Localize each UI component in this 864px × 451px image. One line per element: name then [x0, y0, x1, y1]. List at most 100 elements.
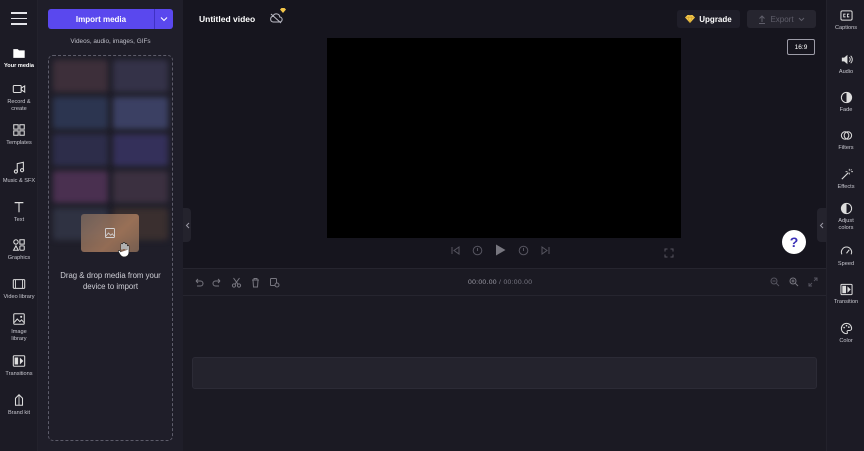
export-label: Export: [770, 14, 794, 24]
media-types-hint: Videos, audio, images, GIFs: [70, 38, 151, 45]
import-media-button[interactable]: Import media: [48, 9, 154, 29]
upgrade-label: Upgrade: [699, 14, 732, 24]
film-icon: [12, 279, 26, 289]
fullscreen-button[interactable]: [664, 245, 674, 263]
rewind-5s-button[interactable]: [472, 245, 483, 256]
rr-item-label: Effects: [837, 184, 855, 190]
blurred-thumbnails: [53, 60, 168, 240]
rail-item-label: Image library: [11, 329, 27, 342]
scissors-icon[interactable]: [231, 277, 242, 288]
timeline-panel: 00:00.00 / 00:00.00: [183, 268, 826, 451]
speaker-icon: [841, 54, 853, 65]
media-panel: Import media Videos, audio, images, GIFs…: [38, 0, 183, 451]
play-button[interactable]: [495, 244, 506, 256]
playback-controls: [451, 244, 550, 256]
upgrade-button[interactable]: Upgrade: [677, 10, 740, 28]
forward-5s-button[interactable]: [518, 245, 529, 256]
rail-item-text[interactable]: Text: [0, 200, 38, 224]
skip-forward-icon: [541, 245, 550, 255]
rr-item-adjust-colors[interactable]: Adjust colors: [827, 202, 864, 231]
magic-wand-icon: [840, 168, 853, 180]
redo-icon[interactable]: [212, 277, 223, 288]
rail-item-video-library[interactable]: Video library: [0, 277, 38, 301]
import-media-button-group: Import media: [48, 9, 173, 29]
zoom-in-icon[interactable]: [789, 277, 799, 287]
timeline-divider: [183, 295, 826, 296]
timeline-zoom-controls: [770, 277, 818, 287]
rr-item-transition[interactable]: Transition: [827, 283, 864, 306]
import-options-dropdown[interactable]: [154, 9, 173, 29]
video-camera-icon: [12, 84, 26, 94]
rr-item-color[interactable]: Color: [827, 322, 864, 345]
rr-item-captions[interactable]: Captions: [827, 9, 864, 32]
dropzone-instructions: Drag & drop media from your device to im…: [60, 271, 161, 291]
skip-to-start-button[interactable]: [451, 245, 460, 255]
rail-item-graphics[interactable]: Graphics: [0, 238, 38, 262]
cloud-sync-status[interactable]: [269, 8, 286, 29]
collapse-media-panel-button[interactable]: [183, 208, 191, 242]
trash-icon[interactable]: [250, 277, 261, 288]
rail-item-music-sfx[interactable]: Music & SFX: [0, 161, 38, 185]
rail-item-label: Your media: [3, 63, 35, 69]
upload-icon: [759, 14, 766, 24]
rail-item-label: Transitions: [5, 371, 33, 377]
shapes-icon: [12, 239, 25, 251]
rail-item-templates[interactable]: Templates: [0, 123, 38, 147]
adjust-colors-icon: [840, 202, 852, 215]
rail-item-label: Brand kit: [7, 410, 31, 416]
export-button[interactable]: Export: [747, 10, 816, 28]
video-preview-canvas[interactable]: [327, 38, 681, 238]
rr-item-filters[interactable]: Filters: [827, 129, 864, 152]
rr-item-label: Audio: [838, 69, 854, 75]
rr-item-fade[interactable]: Fade: [827, 91, 864, 114]
rr-item-effects[interactable]: Effects: [827, 168, 864, 191]
fit-timeline-icon[interactable]: [808, 277, 818, 287]
collapse-properties-panel-button[interactable]: [817, 208, 826, 242]
timeline-toolbar: [193, 277, 280, 288]
rr-item-label: Fade: [839, 107, 853, 113]
cloud-off-icon: [270, 13, 283, 24]
rr-item-label: Adjust colors: [838, 218, 854, 231]
rr-item-label: Filters: [838, 145, 854, 151]
brand-kit-icon: [14, 394, 24, 406]
properties-rail: Captions Audio Fade Filters Effects Adju…: [826, 0, 864, 451]
image-placeholder-icon: [105, 228, 115, 238]
rail-item-label: Graphics: [7, 255, 31, 261]
hand-cursor-icon: [117, 242, 130, 258]
rr-item-audio[interactable]: Audio: [827, 53, 864, 76]
duplicate-icon[interactable]: [269, 277, 280, 288]
filters-icon: [840, 131, 852, 140]
forward-icon: [518, 245, 529, 255]
rr-item-speed[interactable]: Speed: [827, 245, 864, 268]
rr-item-label: Transition: [833, 299, 859, 305]
project-title[interactable]: Untitled video: [199, 14, 255, 24]
captions-icon: [839, 10, 853, 21]
undo-icon[interactable]: [193, 277, 204, 288]
rr-item-label: Speed: [837, 261, 855, 267]
rail-item-record-create[interactable]: Record & create: [0, 82, 38, 112]
transitions-icon: [12, 355, 26, 367]
help-button[interactable]: ?: [782, 230, 806, 254]
media-dropzone[interactable]: Drag & drop media from your device to im…: [48, 55, 173, 441]
rail-item-label: Record & create: [7, 99, 31, 112]
timeline-track[interactable]: [192, 357, 817, 389]
folder-icon: [13, 49, 25, 58]
play-icon: [496, 244, 506, 256]
image-icon: [13, 313, 25, 325]
templates-icon: [13, 124, 25, 136]
left-nav-rail: Your media Record & create Templates Mus…: [0, 0, 38, 451]
text-icon: [14, 202, 24, 213]
rail-item-image-library[interactable]: Image library: [0, 312, 38, 342]
app-window: Your media Record & create Templates Mus…: [0, 0, 864, 451]
music-note-icon: [13, 161, 25, 174]
aspect-ratio-button[interactable]: 16:9: [787, 39, 815, 55]
rail-item-transitions[interactable]: Transitions: [0, 354, 38, 378]
zoom-out-icon[interactable]: [770, 277, 780, 287]
premium-gem-icon: [280, 8, 286, 13]
rail-item-label: Text: [13, 217, 25, 223]
rail-item-brand-kit[interactable]: Brand kit: [0, 393, 38, 417]
fade-icon: [840, 91, 852, 104]
hamburger-menu-icon[interactable]: [11, 12, 27, 25]
rail-item-your-media[interactable]: Your media: [0, 46, 38, 70]
skip-to-end-button[interactable]: [541, 245, 550, 255]
